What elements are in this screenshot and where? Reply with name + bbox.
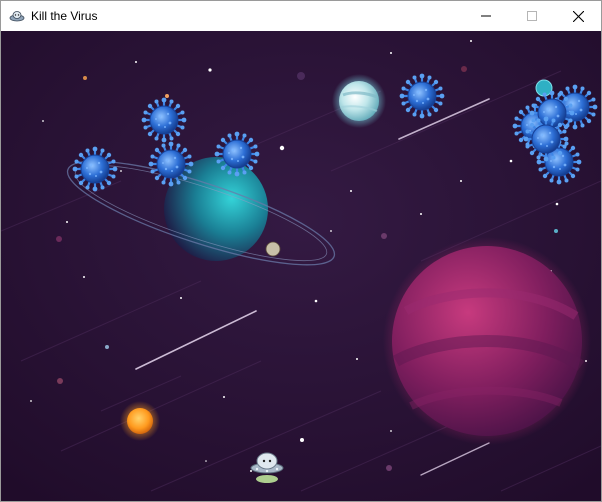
maximize-button[interactable] <box>509 1 555 31</box>
close-button[interactable] <box>555 1 601 31</box>
minimize-button[interactable] <box>463 1 509 31</box>
window-controls <box>463 1 601 31</box>
orange-planet <box>120 401 160 441</box>
window-title: Kill the Virus <box>31 9 98 23</box>
title-bar[interactable]: Kill the Virus <box>1 1 601 31</box>
ufo-icon <box>9 11 25 22</box>
space-scene <box>1 31 601 501</box>
game-canvas[interactable] <box>1 31 601 501</box>
pink-planet <box>383 237 591 445</box>
ice-planet <box>332 74 386 128</box>
maximize-icon <box>527 11 537 21</box>
game-window: Kill the Virus <box>0 0 602 502</box>
close-icon <box>572 10 584 22</box>
minimize-icon <box>481 15 491 17</box>
